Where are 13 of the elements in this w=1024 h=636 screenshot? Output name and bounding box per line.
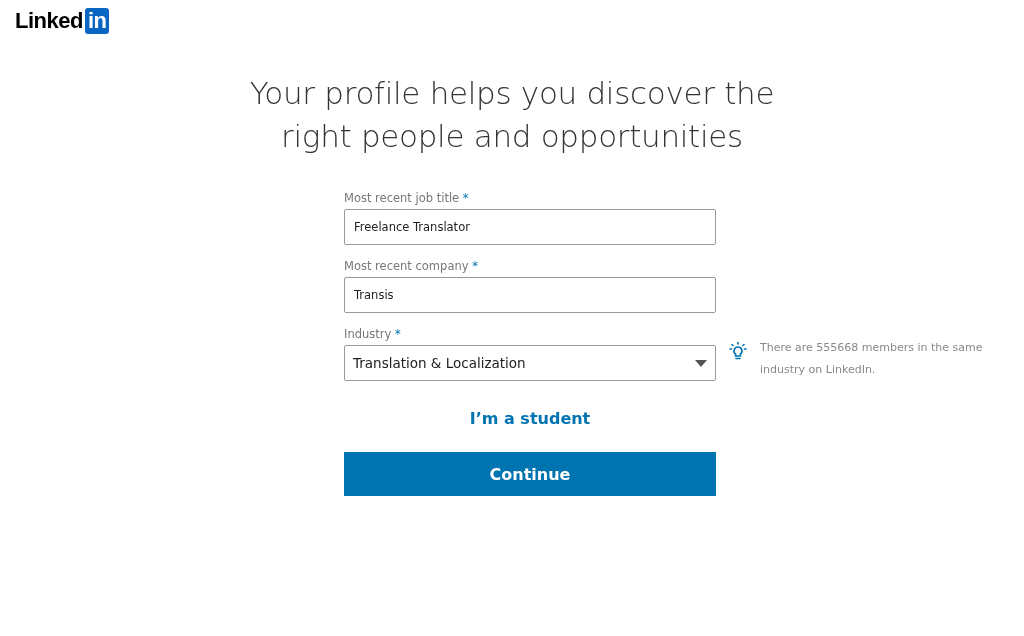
input-field[interactable]: Freelance Translator bbox=[344, 209, 716, 245]
field-label: Most recent company * bbox=[344, 259, 479, 273]
input-field[interactable]: Transis bbox=[344, 277, 716, 313]
industry-dropdown[interactable]: Translation & Localization bbox=[344, 345, 716, 381]
student-link[interactable]: I’m a student bbox=[469, 409, 591, 428]
continue-button[interactable]: Continue bbox=[344, 452, 716, 496]
hint-text: There are 555668 members in the same industry on LinkedIn. bbox=[760, 340, 984, 378]
logo[interactable]: Linked in bbox=[15, 8, 110, 34]
field-label: Most recent job title * bbox=[344, 191, 470, 205]
caret-icon bbox=[695, 359, 707, 367]
lightbulb-icon bbox=[728, 341, 748, 361]
heading: Your profile helps you discover the right people and opportunities bbox=[248, 74, 776, 156]
field-label: Industry * bbox=[344, 327, 402, 341]
